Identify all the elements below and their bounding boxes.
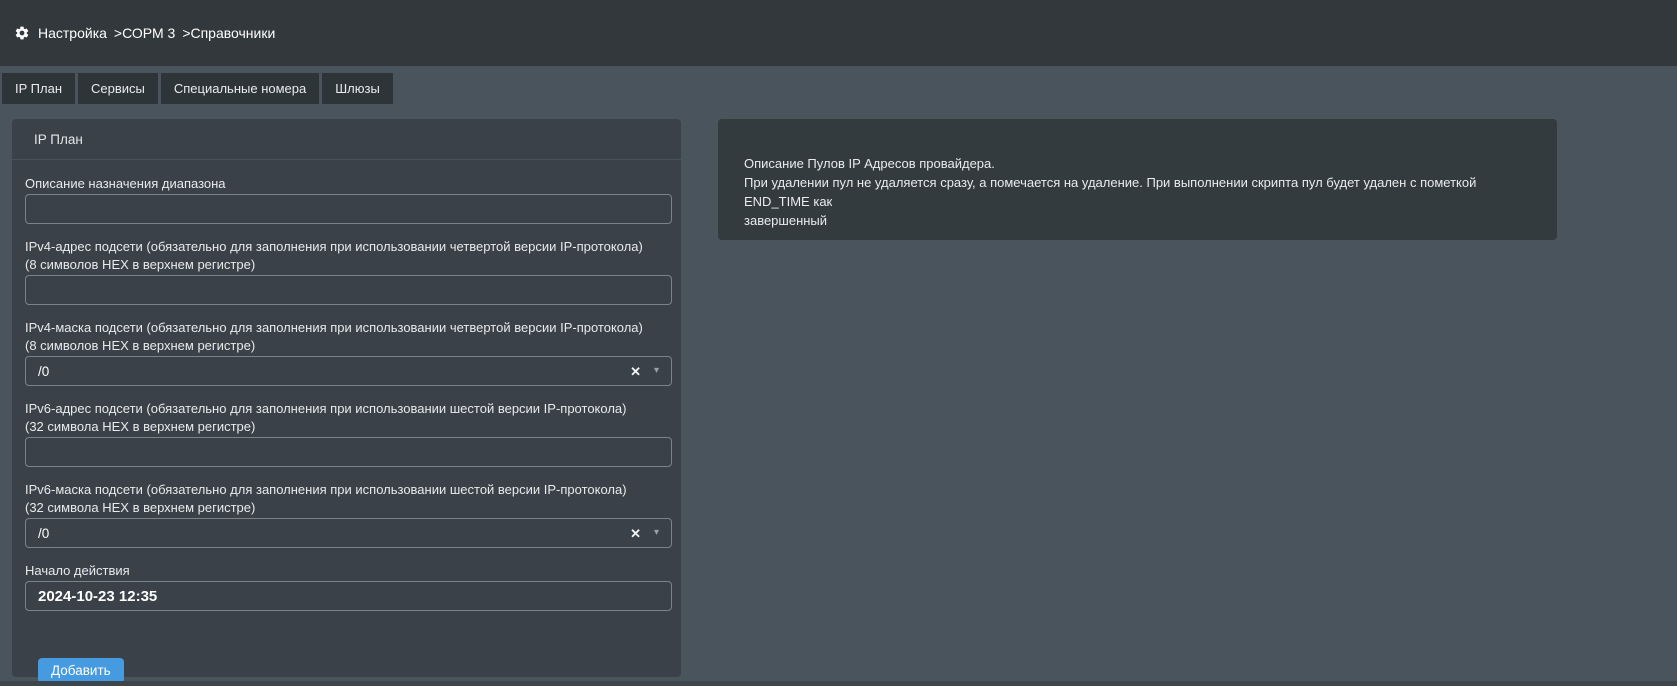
tab-ip-plan[interactable]: IP План (2, 73, 75, 104)
range-description-input[interactable] (25, 194, 672, 224)
ipv4-mask-group: IPv4-маска подсети (обязательно для запо… (25, 320, 681, 386)
start-date-input[interactable] (25, 581, 672, 611)
ip-plan-form: Описание назначения диапазона IPv4-адрес… (12, 160, 681, 683)
ipv6-address-label-line1: IPv6-адрес подсети (обязательно для запо… (25, 401, 681, 417)
add-button[interactable]: Добавить (38, 658, 124, 683)
tab-special-numbers[interactable]: Специальные номера (161, 73, 319, 104)
ipv4-mask-select[interactable]: /0 ✕ ▾ (25, 356, 672, 386)
panel-title: IP План (12, 119, 681, 160)
ipv4-mask-selected-value: /0 (38, 364, 630, 379)
ipv4-address-label-line1: IPv4-адрес подсети (обязательно для запо… (25, 239, 681, 255)
ipv6-address-group: IPv6-адрес подсети (обязательно для запо… (25, 401, 681, 467)
clear-icon[interactable]: ✕ (630, 365, 641, 378)
breadcrumb-item-settings[interactable]: Настройка (38, 25, 107, 41)
range-description-label: Описание назначения диапазона (25, 176, 681, 192)
tab-gateways[interactable]: Шлюзы (322, 73, 393, 104)
gear-icon (14, 25, 30, 41)
ipv6-mask-select[interactable]: /0 ✕ ▾ (25, 518, 672, 548)
info-box: Описание Пулов IP Адресов провайдера. Пр… (718, 119, 1557, 240)
ipv6-mask-label-line2: (32 символа HEX в верхнем регистре) (25, 500, 681, 516)
info-text: Описание Пулов IP Адресов провайдера. Пр… (744, 156, 1476, 228)
ipv4-mask-label-line1: IPv4-маска подсети (обязательно для запо… (25, 320, 681, 336)
top-navigation-bar: Настройка >СОРМ 3 >Справочники (0, 0, 1677, 66)
breadcrumb-item-directories[interactable]: >Справочники (182, 25, 275, 41)
ipv4-address-group: IPv4-адрес подсети (обязательно для запо… (25, 239, 681, 305)
tab-bar: IP План Сервисы Специальные номера Шлюзы (2, 73, 393, 104)
tab-services[interactable]: Сервисы (78, 73, 158, 104)
ipv4-address-label-line2: (8 символов HEX в верхнем регистре) (25, 257, 681, 273)
start-date-group: Начало действия (25, 563, 681, 611)
chevron-down-icon[interactable]: ▾ (654, 366, 659, 376)
breadcrumb: Настройка >СОРМ 3 >Справочники (38, 25, 275, 41)
ipv6-mask-group: IPv6-маска подсети (обязательно для запо… (25, 482, 681, 548)
ipv4-mask-label-line2: (8 символов HEX в верхнем регистре) (25, 338, 681, 354)
bottom-edge-strip (0, 681, 1677, 686)
ipv4-address-input[interactable] (25, 275, 672, 305)
clear-icon[interactable]: ✕ (630, 527, 641, 540)
range-description-group: Описание назначения диапазона (25, 176, 681, 224)
ipv6-address-label-line2: (32 символа HEX в верхнем регистре) (25, 419, 681, 435)
ip-plan-panel: IP План Описание назначения диапазона IP… (12, 119, 681, 677)
breadcrumb-item-sorm3[interactable]: >СОРМ 3 (114, 25, 175, 41)
start-date-label: Начало действия (25, 563, 681, 579)
ipv6-mask-selected-value: /0 (38, 526, 630, 541)
ipv6-address-input[interactable] (25, 437, 672, 467)
ipv6-mask-label-line1: IPv6-маска подсети (обязательно для запо… (25, 482, 681, 498)
chevron-down-icon[interactable]: ▾ (654, 528, 659, 538)
